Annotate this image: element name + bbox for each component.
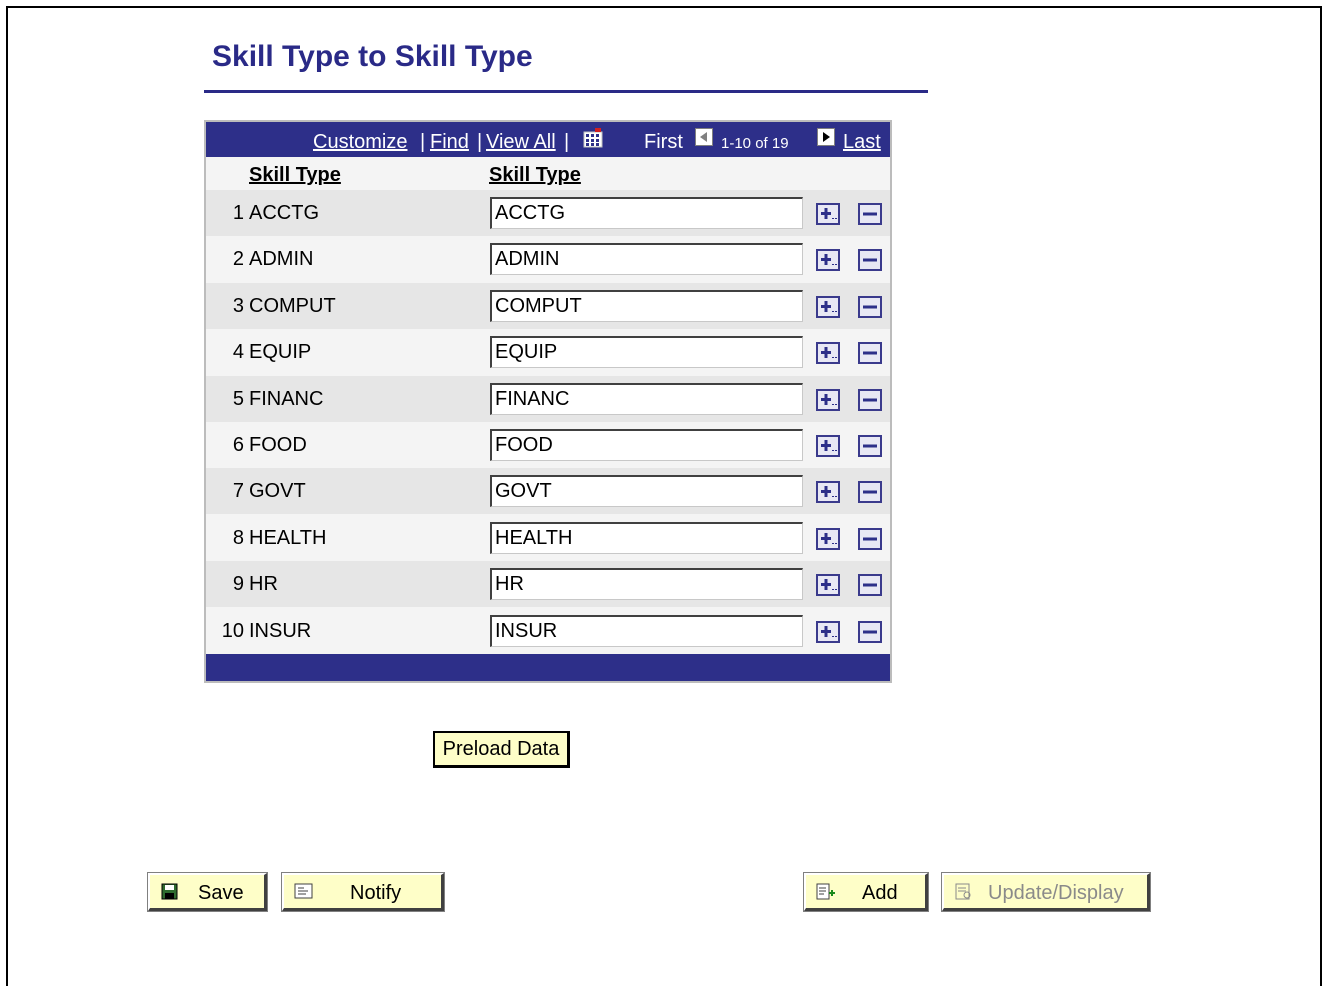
- related-skill-type-input[interactable]: [490, 289, 803, 322]
- add-row-icon[interactable]: [816, 295, 840, 318]
- add-row-icon[interactable]: [816, 435, 840, 457]
- first-arrow-icon: [695, 128, 713, 146]
- save-label: Save: [198, 882, 244, 904]
- delete-row-icon[interactable]: [858, 203, 882, 225]
- related-skill-type-input[interactable]: [490, 429, 803, 461]
- add-row-icon[interactable]: [816, 249, 840, 272]
- page-range: 1-10 of 19: [721, 135, 789, 152]
- notify-icon: [294, 883, 314, 901]
- row-number: 8: [232, 526, 244, 549]
- update-display-button[interactable]: Update/Display: [941, 872, 1151, 912]
- delete-row-icon[interactable]: [858, 527, 882, 550]
- page-title: Skill Type to Skill Type: [212, 40, 533, 73]
- notify-label: Notify: [350, 882, 402, 904]
- add-row-icon[interactable]: [816, 203, 840, 225]
- add-row-icon[interactable]: [816, 342, 840, 365]
- find-link[interactable]: Find: [430, 131, 469, 154]
- grid-icon[interactable]: [582, 128, 604, 148]
- row-number: 4: [232, 341, 244, 364]
- skill-type-code: ADMIN: [249, 248, 314, 271]
- table-row: 4 EQUIP: [206, 329, 890, 375]
- related-skill-type-input[interactable]: [490, 614, 803, 647]
- view-all-link[interactable]: View All: [486, 131, 556, 154]
- nav-separator: |: [477, 131, 483, 153]
- related-skill-type-input[interactable]: [490, 521, 803, 554]
- related-skill-type-input[interactable]: [490, 197, 803, 229]
- notify-button[interactable]: Notify: [281, 872, 445, 912]
- save-icon: [160, 883, 180, 901]
- delete-row-icon[interactable]: [858, 249, 882, 272]
- first-label: First: [644, 131, 683, 153]
- table-row: 2 ADMIN: [206, 236, 890, 282]
- skill-type-code: EQUIP: [249, 341, 312, 364]
- delete-row-icon[interactable]: [858, 620, 882, 643]
- add-row-icon[interactable]: [816, 481, 840, 504]
- column-header-skill-type: Skill Type: [249, 164, 341, 186]
- row-number: 7: [232, 480, 244, 503]
- add-row-icon[interactable]: [816, 574, 840, 597]
- skill-type-grid: Customize | Find | View All | First 1-10…: [204, 120, 892, 683]
- skill-type-code: HR: [249, 573, 278, 596]
- title-divider: [204, 90, 928, 93]
- table-row: 10 INSUR: [206, 608, 890, 654]
- delete-row-icon[interactable]: [858, 435, 882, 457]
- skill-type-code: COMPUT: [249, 294, 336, 317]
- skill-type-code: FOOD: [249, 434, 307, 456]
- skill-type-code: ACCTG: [249, 202, 319, 224]
- delete-row-icon[interactable]: [858, 295, 882, 318]
- add-row-icon[interactable]: [816, 620, 840, 643]
- table-row: 6 FOOD: [206, 422, 890, 468]
- table-row: 9 HR: [206, 561, 890, 608]
- skill-type-code: INSUR: [249, 619, 312, 642]
- delete-row-icon[interactable]: [858, 574, 882, 597]
- delete-row-icon[interactable]: [858, 388, 882, 411]
- grid-footer-bar: [206, 654, 890, 681]
- add-button[interactable]: Add: [803, 872, 929, 912]
- save-button[interactable]: Save: [147, 872, 268, 912]
- add-row-icon[interactable]: [816, 388, 840, 411]
- update-display-icon: [954, 883, 974, 901]
- nav-separator: |: [420, 131, 426, 153]
- related-skill-type-input[interactable]: [490, 243, 803, 276]
- table-row: 1 ACCTG: [206, 190, 890, 236]
- add-label: Add: [862, 882, 898, 904]
- add-row-icon[interactable]: [816, 527, 840, 550]
- table-row: 5 FINANC: [206, 375, 890, 422]
- table-row: 3 COMPUT: [206, 282, 890, 329]
- skill-type-code: GOVT: [249, 480, 306, 503]
- row-number: 2: [232, 248, 244, 271]
- next-arrow-icon[interactable]: [817, 128, 835, 146]
- last-link[interactable]: Last: [843, 131, 881, 154]
- row-number: 6: [232, 434, 244, 456]
- row-number: 10: [221, 619, 244, 642]
- add-icon: [816, 883, 836, 901]
- column-header-related-skill-type: Skill Type: [489, 164, 581, 186]
- skill-type-code: HEALTH: [249, 526, 327, 549]
- update-display-label: Update/Display: [988, 882, 1124, 904]
- delete-row-icon[interactable]: [858, 342, 882, 365]
- delete-row-icon[interactable]: [858, 481, 882, 504]
- skill-type-code: FINANC: [249, 387, 324, 410]
- preload-data-button[interactable]: Preload Data: [433, 731, 570, 768]
- nav-separator: |: [564, 131, 570, 153]
- customize-link[interactable]: Customize: [313, 131, 407, 154]
- table-row: 7 GOVT: [206, 468, 890, 515]
- related-skill-type-input[interactable]: [490, 336, 803, 369]
- related-skill-type-input[interactable]: [490, 382, 803, 415]
- row-number: 5: [232, 387, 244, 410]
- related-skill-type-input[interactable]: [490, 568, 803, 601]
- row-number: 1: [232, 202, 244, 224]
- row-number: 3: [232, 294, 244, 317]
- table-row: 8 HEALTH: [206, 515, 890, 561]
- row-number: 9: [232, 573, 244, 596]
- grid-navigation-bar: Customize | Find | View All | First 1-10…: [206, 122, 890, 157]
- related-skill-type-input[interactable]: [490, 475, 803, 508]
